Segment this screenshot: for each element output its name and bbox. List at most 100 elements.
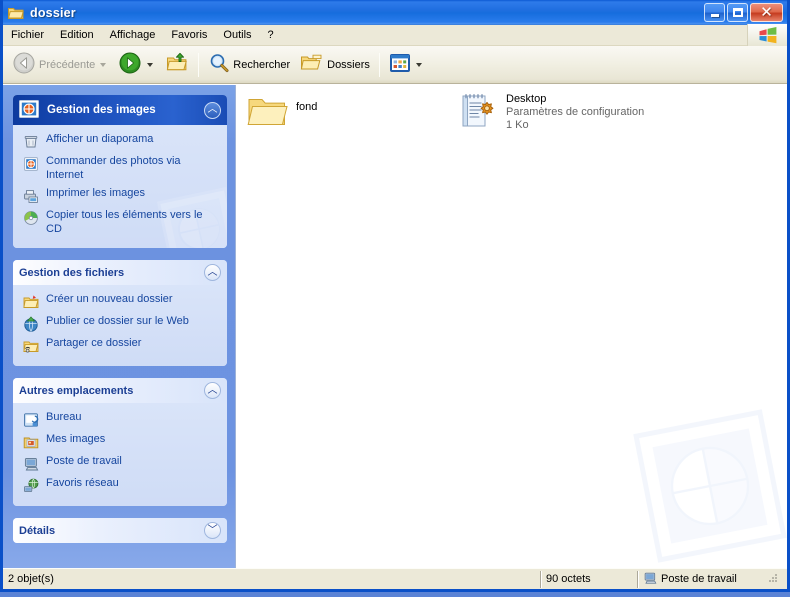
forward-button[interactable] [113,50,160,80]
file-item-desktop[interactable]: Desktop Paramètres de configuration 1 Ko [452,87,662,136]
panel-details: Détails ﹀ [13,518,227,543]
place-link-desktop-label: Bureau [46,411,82,423]
menu-item-favoris[interactable]: Favoris [163,27,215,43]
file-item-fond-labels: fond [296,91,317,114]
place-link-my-computer[interactable]: Poste de travail [21,453,219,475]
panel-title-other-places: Autres emplacements [19,384,134,397]
place-link-network-label: Favoris réseau [46,477,119,489]
task-link-new-folder[interactable]: Créer un nouveau dossier [21,291,219,313]
back-arrow-icon [12,51,36,78]
task-link-order-prints-label: Commander des photos via Internet [46,155,181,181]
task-link-copy-to-cd[interactable]: Copier tous les éléments vers le CD [21,207,219,239]
status-object-count: 2 objet(s) [8,573,54,585]
task-pane: Gestion des images ︿ Afficher un diapora… [3,85,235,568]
toolbar: Précédente Rechercher Dossiers [3,46,787,84]
file-item-fond-name: fond [296,101,318,113]
folders-icon [300,52,324,77]
file-item-desktop-labels: Desktop Paramètres de configuration 1 Ko [506,91,644,132]
task-link-slideshow-label: Afficher un diaporama [46,133,154,145]
desktop-icon [23,412,39,428]
explorer-window: dossier ✕ Fichier Edition Affichage Favo… [0,0,790,592]
back-button[interactable]: Précédente [7,50,113,80]
views-icon [389,53,411,76]
window-title: dossier [30,5,76,20]
place-link-my-pictures-label: Mes images [46,433,106,445]
panel-body-file-tasks: Créer un nouveau dossier Publier ce doss… [13,285,227,366]
maximize-button[interactable] [727,3,748,22]
panel-header-picture-tasks[interactable]: Gestion des images ︿ [13,95,227,125]
task-link-print-pictures-label: Imprimer les images [46,187,146,199]
order-prints-icon [23,156,39,172]
folder-icon [246,91,288,131]
file-item-desktop-name: Desktop [506,93,547,105]
print-pictures-icon [23,188,39,204]
panel-title-picture-tasks: Gestion des images [47,104,156,116]
up-folder-icon [165,51,189,78]
window-controls: ✕ [704,3,785,22]
share-folder-icon [23,338,39,354]
status-size: 90 octets [540,570,637,588]
menu-item-fichier[interactable]: Fichier [3,27,52,43]
config-settings-icon [456,91,498,131]
panel-title-details: Détails [19,524,56,537]
task-link-share-folder[interactable]: Partager ce dossier [21,335,219,357]
publish-web-icon [23,316,39,332]
place-link-my-computer-label: Poste de travail [46,455,122,467]
place-link-desktop[interactable]: Bureau [21,409,219,431]
file-item-fond[interactable]: fond [242,87,432,135]
toolbar-separator-2 [378,52,380,77]
copy-to-cd-icon [23,210,39,226]
status-location-label: Poste de travail [661,573,737,585]
network-places-icon [23,478,39,494]
slideshow-icon [23,134,39,150]
resize-grip[interactable] [767,572,782,587]
toolbar-separator [198,52,200,77]
task-link-slideshow[interactable]: Afficher un diaporama [21,131,219,153]
back-dropdown-caret[interactable] [100,62,107,67]
close-button[interactable]: ✕ [750,3,783,22]
picture-tasks-icon [17,97,41,124]
menu-item-outils[interactable]: Outils [215,27,259,43]
chevron-up-icon[interactable]: ︿ [204,101,221,119]
panel-header-details[interactable]: Détails ﹀ [13,518,227,543]
task-link-publish-web[interactable]: Publier ce dossier sur le Web [21,313,219,335]
menu-item-affichage[interactable]: Affichage [102,27,164,43]
file-list-area[interactable]: fond Desktop Paramètres de configuration… [235,85,787,568]
task-link-new-folder-label: Créer un nouveau dossier [46,293,173,305]
file-item-desktop-type: Paramètres de configuration [506,106,645,118]
views-dropdown-caret[interactable] [415,62,422,67]
my-computer-icon [643,571,657,588]
forward-dropdown-caret[interactable] [147,62,154,67]
open-folder-icon [7,4,25,22]
back-button-label: Précédente [39,58,96,71]
chevron-down-icon[interactable]: ﹀ [204,522,221,539]
minimize-button[interactable] [704,3,725,22]
panel-header-other-places[interactable]: Autres emplacements ︿ [13,378,227,403]
up-button[interactable] [160,50,194,80]
search-button-label: Rechercher [233,58,291,71]
forward-arrow-icon [118,51,142,78]
search-button[interactable]: Rechercher [203,50,295,80]
my-computer-icon [23,456,39,472]
place-link-network[interactable]: Favoris réseau [21,475,219,497]
folders-button[interactable]: Dossiers [295,50,375,80]
menu-item-aide[interactable]: ? [260,27,282,43]
chevron-up-icon[interactable]: ︿ [204,264,221,281]
status-bar: 2 objet(s) 90 octets Poste de travail [3,568,787,589]
place-link-my-pictures[interactable]: Mes images [21,431,219,453]
windows-flag-icon [747,24,787,46]
new-folder-icon [23,294,39,310]
menu-item-edition[interactable]: Edition [52,27,102,43]
file-item-desktop-size: 1 Ko [506,119,529,131]
panel-body-picture-tasks: Afficher un diaporama Commander des phot… [13,125,227,248]
my-pictures-icon [23,434,39,450]
panel-header-file-tasks[interactable]: Gestion des fichiers ︿ [13,260,227,285]
panel-other-places: Autres emplacements ︿ Bureau Mes images … [13,378,227,506]
task-link-order-prints[interactable]: Commander des photos via Internet [21,153,219,185]
panel-title-file-tasks: Gestion des fichiers [19,266,125,279]
chevron-up-icon[interactable]: ︿ [204,382,221,399]
task-link-print-pictures[interactable]: Imprimer les images [21,185,219,207]
views-button[interactable] [384,50,429,80]
menu-bar: Fichier Edition Affichage Favoris Outils… [3,24,787,46]
search-icon [208,52,230,77]
